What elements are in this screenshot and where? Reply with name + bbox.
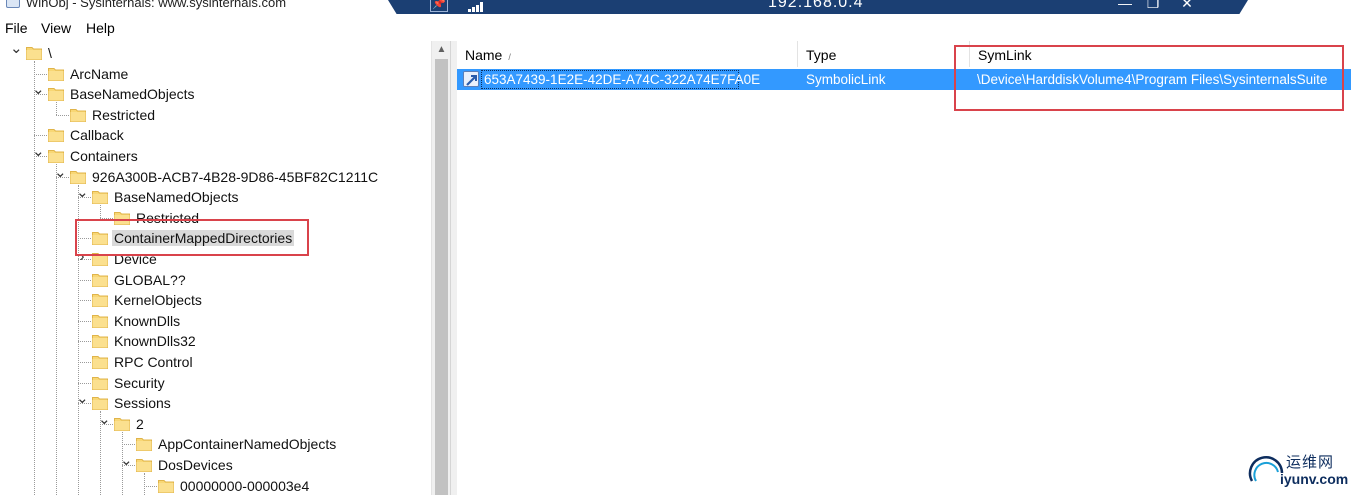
chevron-down-icon[interactable]: ⌄ bbox=[10, 41, 23, 57]
folder-icon bbox=[92, 313, 108, 328]
sort-indicator-icon: / bbox=[508, 52, 511, 62]
row-type: SymbolicLink bbox=[806, 72, 886, 87]
folder-icon bbox=[114, 416, 130, 431]
chevron-down-icon[interactable]: ⌄ bbox=[54, 163, 67, 181]
folder-icon bbox=[92, 375, 108, 390]
tree-vertical-scrollbar[interactable]: ▲ bbox=[431, 41, 450, 495]
window-title: WinObj - Sysinternals: www.sysinternals.… bbox=[26, 0, 287, 10]
restore-button[interactable]: ❐ bbox=[1144, 0, 1162, 12]
tree-item-label: GLOBAL?? bbox=[114, 271, 186, 288]
folder-icon bbox=[26, 45, 42, 60]
column-header-name[interactable]: Name / bbox=[457, 41, 798, 67]
tree-item-label: Callback bbox=[70, 127, 124, 144]
folder-icon bbox=[158, 478, 174, 493]
folder-icon bbox=[48, 148, 64, 163]
column-type-label: Type bbox=[806, 47, 837, 63]
tree-item-label: BaseNamedObjects bbox=[70, 86, 195, 103]
chevron-down-icon[interactable]: ⌄ bbox=[98, 410, 111, 428]
connection-quality-icon[interactable] bbox=[468, 2, 484, 12]
tree-item-label: Security bbox=[114, 374, 165, 391]
row-name: 653A7439-1E2E-42DE-A74C-322A74E7FA0E bbox=[484, 72, 761, 87]
folder-icon bbox=[92, 333, 108, 349]
chevron-down-icon[interactable]: ⌄ bbox=[32, 142, 45, 160]
chevron-down-icon[interactable]: ⌄ bbox=[120, 451, 133, 469]
row-symlink: \Device\HarddiskVolume4\Program Files\Sy… bbox=[977, 72, 1328, 87]
folder-icon bbox=[92, 251, 108, 266]
tree-item-label: KernelObjects bbox=[114, 292, 202, 309]
column-name-label: Name bbox=[465, 47, 503, 63]
tree-item-label: KnownDlls32 bbox=[114, 333, 196, 350]
tree-item-label: 926A300B-ACB7-4B28-9D86-45BF82C1211C bbox=[92, 168, 379, 185]
symbolic-link-icon bbox=[463, 71, 479, 87]
scrollbar-thumb[interactable] bbox=[435, 59, 448, 495]
folder-icon bbox=[92, 230, 108, 246]
chevron-down-icon[interactable]: ⌄ bbox=[76, 183, 89, 201]
column-header-type[interactable]: Type bbox=[798, 41, 970, 67]
minimize-button[interactable]: — bbox=[1116, 0, 1134, 11]
column-header-symlink[interactable]: SymLink bbox=[970, 41, 1351, 67]
folder-icon bbox=[48, 127, 64, 143]
tree-item-label: KnownDlls bbox=[114, 312, 181, 329]
chevron-down-icon[interactable]: ⌄ bbox=[32, 80, 45, 98]
folder-icon bbox=[92, 292, 108, 308]
object-list[interactable]: Name / Type SymLink 653A7439-1E2E-42DE-A7… bbox=[457, 41, 1351, 495]
folder-icon bbox=[92, 354, 108, 369]
folder-icon bbox=[136, 457, 152, 472]
tree-item-label: AppContainerNamedObjects bbox=[158, 436, 337, 453]
object-tree[interactable]: ⌄ \ ArcName ⌄ BaseNamedObjects Restricted Call… bbox=[0, 41, 451, 495]
tree-item-label: Sessions bbox=[114, 395, 171, 412]
folder-icon bbox=[70, 107, 86, 122]
folder-icon bbox=[48, 86, 64, 102]
scroll-up-icon[interactable]: ▲ bbox=[432, 41, 450, 58]
tree-item-label: Containers bbox=[70, 148, 138, 164]
winobj-app-icon bbox=[6, 0, 20, 8]
menu-help[interactable]: Help bbox=[86, 20, 115, 36]
tree-item-label: Restricted bbox=[136, 209, 200, 226]
folder-icon bbox=[48, 66, 64, 81]
tree-item-label: Restricted bbox=[92, 106, 156, 123]
folder-icon bbox=[92, 189, 108, 205]
site-watermark: 运维网 iyunv.com bbox=[1246, 445, 1350, 493]
tree-item-label: ArcName bbox=[70, 65, 129, 82]
folder-icon bbox=[70, 169, 86, 184]
menu-file[interactable]: File bbox=[5, 20, 28, 36]
watermark-domain-text: iyunv.com bbox=[1280, 471, 1349, 487]
folder-icon bbox=[136, 436, 152, 452]
tree-item-label: BaseNamedObjects bbox=[114, 189, 239, 206]
tree-item-label: DosDevices bbox=[158, 457, 233, 473]
pin-icon[interactable]: 📌 bbox=[430, 0, 448, 12]
tree-item-label: \ bbox=[48, 45, 52, 61]
remote-host-address: 192.168.0.4 bbox=[768, 0, 864, 11]
remote-desktop-bar: 📌 192.168.0.4 — ❐ ✕ bbox=[388, 0, 1248, 14]
tree-item-label: Device bbox=[114, 251, 157, 267]
folder-icon bbox=[114, 210, 130, 225]
watermark-chinese-text: 运维网 bbox=[1286, 454, 1335, 471]
list-item[interactable]: 653A7439-1E2E-42DE-A74C-322A74E7FA0E Sym… bbox=[457, 69, 1351, 90]
folder-icon bbox=[92, 272, 108, 287]
tree-item-label: 2 bbox=[136, 415, 144, 432]
tree-item-label: ContainerMappedDirectories bbox=[112, 230, 295, 247]
close-button[interactable]: ✕ bbox=[1178, 0, 1196, 12]
menu-bar: File View Help bbox=[0, 16, 1351, 40]
tree-item-label: RPC Control bbox=[114, 354, 193, 370]
folder-icon bbox=[92, 395, 108, 411]
chevron-right-icon[interactable]: › bbox=[76, 248, 88, 265]
tree-item-label: 00000000-000003e4 bbox=[180, 477, 310, 494]
menu-view[interactable]: View bbox=[41, 20, 71, 36]
column-symlink-label: SymLink bbox=[978, 47, 1032, 63]
chevron-down-icon[interactable]: ⌄ bbox=[76, 389, 89, 407]
